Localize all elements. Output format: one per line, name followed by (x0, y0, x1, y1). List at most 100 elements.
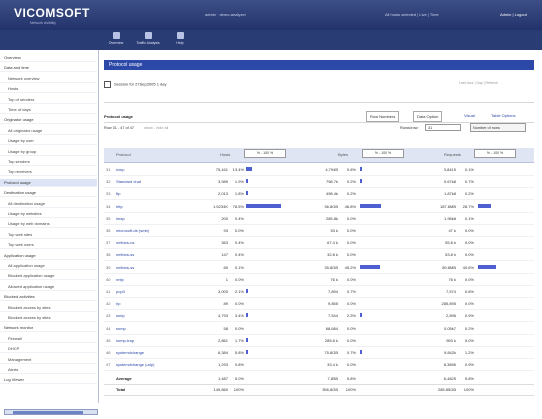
hosts-percent: 0.0% (234, 301, 244, 307)
sidebar-item[interactable]: Usage by group (0, 148, 97, 156)
hosts-percent-select[interactable]: % - 100 % (244, 149, 286, 158)
protocol-name-link[interactable]: snmp (116, 326, 126, 331)
sidebar-item[interactable]: Top senders (0, 158, 97, 166)
table-row[interactable]: 35 imap 200 0.4% 285.8k 0.0% 1.96k8 0.1% (104, 213, 534, 225)
sidebar-horizontal-scrollbar[interactable] (4, 409, 98, 415)
sidebar-item[interactable]: Blocked application usage (0, 272, 97, 281)
sidebar-item[interactable]: Usage by user (0, 137, 97, 146)
sidebar-item[interactable]: Hosts (0, 85, 97, 94)
protocol-name-link[interactable]: icmp (116, 167, 124, 172)
table-row[interactable]: 31 icmp 75,441 13.4% 4,794B 0.6% 3,8415 0.1% (104, 164, 534, 176)
scrollbar-thumb[interactable] (13, 411, 83, 414)
table-row[interactable]: 44 snmp 58 0.0% 68,684 0.0% 0.05k7 0.2% (104, 323, 534, 335)
toolbar-traffic-button[interactable]: Traffic Analysis (136, 32, 160, 45)
bytes-percent-select[interactable]: % - 100 % (362, 149, 404, 158)
table-row[interactable]: 32 Standard chat 3,989 1.9% 798.7k 0.2% 0.67k8… (104, 176, 534, 189)
table-row[interactable]: 34 http 1.5234K 78.5% 36.8GB 46.8% 187.6MB 28.7… (104, 201, 534, 213)
sidebar-item[interactable]: Top of senders (0, 96, 97, 104)
sidebar-item[interactable]: Top receivers (0, 168, 97, 177)
sidebar-item[interactable]: Data and time (0, 64, 97, 73)
tab-row-numbers[interactable]: Row Numbers (366, 111, 400, 122)
show-hide-link[interactable]: show - hide all (144, 126, 168, 130)
protocol-name-link[interactable]: imap (116, 216, 125, 221)
sidebar-item[interactable]: Log Viewer (0, 376, 97, 385)
protocol-name-link[interactable]: systemdchange (udp) (116, 362, 154, 367)
requests-percent-select[interactable]: % - 100 % (474, 149, 516, 158)
toolbar-overview-button[interactable]: Overview (104, 32, 128, 45)
requests-value: 285,895 (441, 301, 456, 307)
rows-select[interactable]: Number of rows (470, 123, 526, 132)
sidebar-item[interactable]: Originator usage (0, 116, 97, 125)
table-row[interactable]: 36 microsoft-ds (smb) 93 0.0% 53 k 0.0% 47 k 0.… (104, 225, 534, 237)
sidebar-item[interactable]: Management (0, 356, 97, 364)
sidebar-item[interactable]: Usage by websites (0, 210, 97, 218)
protocol-name-link[interactable]: ftp (116, 191, 120, 196)
tab-visual[interactable]: Visual (461, 111, 478, 120)
table-row[interactable]: 41 pop3 3,000 2.1% 7,894 0.7% 7,574 0.8% (104, 286, 534, 298)
sidebar-item[interactable]: Blocked activities (0, 293, 97, 302)
hosts-percent: 1.9% (234, 179, 244, 185)
protocol-name-link[interactable]: Standard chat (116, 179, 141, 184)
table-row[interactable]: 45 snmp-trap 2,861 1.7% 285.8 k 0.0% 953 k 0.0% (104, 335, 534, 347)
protocol-name-link[interactable]: microsoft-ds (smb) (116, 228, 149, 233)
protocol-name-link[interactable]: smtp (116, 313, 125, 318)
table-row[interactable]: 46 systemdchange 6,384 5.8% 75.8GB 0.7% 9.842k… (104, 347, 534, 359)
col-bytes[interactable]: Bytes (338, 152, 348, 157)
rows-info: Row 31 - 47 of 47 show - hide all (104, 126, 169, 130)
account-links[interactable]: Admin | Logout (500, 12, 527, 17)
protocol-name-link[interactable]: snmp-trap (116, 338, 134, 343)
tab-data-option[interactable]: Data Option (413, 111, 443, 122)
sidebar-item[interactable]: Destination usage (0, 189, 97, 198)
sidebar-item[interactable]: DHCP (0, 345, 97, 354)
calendar-icon[interactable] (104, 81, 111, 88)
table-row[interactable]: 33 ftp 2,013 1.8% 498.4k 0.2% 1.87k8 0.2% (104, 188, 534, 201)
requests-value: 187.6MB (439, 203, 456, 209)
table-row[interactable]: 43 smtp 4,793 3.4% 7,544 2.3% 2,896 0.9% (104, 310, 534, 323)
protocol-name-link[interactable]: netbios-ss (116, 265, 134, 270)
col-requests[interactable]: Requests (444, 152, 461, 157)
sidebar-item[interactable]: Alerts (0, 366, 97, 374)
sidebar-item[interactable]: Protocol usage (0, 178, 97, 187)
tab-table-options[interactable]: Table Options (488, 111, 519, 120)
sidebar-item[interactable]: Firewall (0, 335, 97, 343)
sidebar-item[interactable]: All application usage (0, 262, 97, 270)
sidebar-item[interactable]: Overview (0, 54, 97, 62)
hosts-value: 2,861 (217, 337, 228, 343)
protocol-name-link[interactable]: http (116, 204, 123, 209)
sidebar-item[interactable]: Network monitor (0, 324, 97, 333)
table-row[interactable]: 38 netbios-ss 147 0.4% 32.8 k 0.0% 53.8 k 0.0% (104, 249, 534, 262)
sidebar-item[interactable]: Blocked access by sites (0, 304, 97, 312)
protocol-name-link[interactable]: rip (116, 301, 120, 306)
sidebar-item[interactable]: All destination usage (0, 200, 97, 208)
protocol-name-link[interactable]: pop3 (116, 289, 125, 294)
table-row[interactable]: 47 systemdchange (udp) 1,293 0.8% 33.4 k 0.0%… (104, 359, 534, 372)
sidebar-item[interactable]: Allowed application usage (0, 283, 97, 291)
bytes-percent: 0.2% (346, 179, 356, 185)
time-range-links[interactable]: Last hour | Day | Refresh (459, 81, 498, 85)
rows-input[interactable]: 31 (425, 124, 461, 131)
sidebar-item[interactable]: Time of days (0, 106, 97, 114)
sidebar-item[interactable]: All originator usage (0, 127, 97, 135)
row-number: 46 (106, 350, 111, 355)
table-row[interactable]: 42 rip 89 0.0% 9,855 0.0% 285,895 0.0% (104, 298, 534, 311)
sidebar-item[interactable]: Blocked access by sites (0, 314, 97, 322)
bytes-percent: 0.0% (346, 325, 356, 331)
sidebar-item[interactable]: Usage by web domains (0, 220, 97, 229)
col-hosts[interactable]: Hosts (220, 152, 230, 157)
requests-percent: 0.0% (464, 337, 474, 343)
sidebar-item[interactable]: Top web sites (0, 231, 97, 239)
table-row[interactable]: 40 nntp 1 0.0% 76 k 0.0% 76 k 0.0% (104, 274, 534, 286)
sidebar-item[interactable]: Top web users (0, 241, 97, 250)
protocol-name-link[interactable]: netbios-ns (116, 240, 134, 245)
protocol-name-link[interactable]: systemdchange (116, 350, 144, 355)
sidebar-item[interactable]: Network overview (0, 75, 97, 83)
toolbar-help-button[interactable]: Help (168, 32, 192, 45)
protocol-name-link[interactable]: nntp (116, 277, 124, 282)
col-protocol[interactable]: Protocol (116, 152, 131, 157)
table-row[interactable]: 37 netbios-ns 363 0.4% 67.4 k 0.0% 55.8 k 0.0% (104, 237, 534, 250)
table-row[interactable]: 39 netbios-ss 69 0.1% 35.8GB 45.2% 89.8MB 40.6% (104, 262, 534, 274)
chart-icon (144, 32, 152, 39)
bytes-value: 32.8 k (327, 252, 338, 258)
sidebar-item[interactable]: Application usage (0, 252, 97, 260)
protocol-name-link[interactable]: netbios-ss (116, 252, 134, 257)
